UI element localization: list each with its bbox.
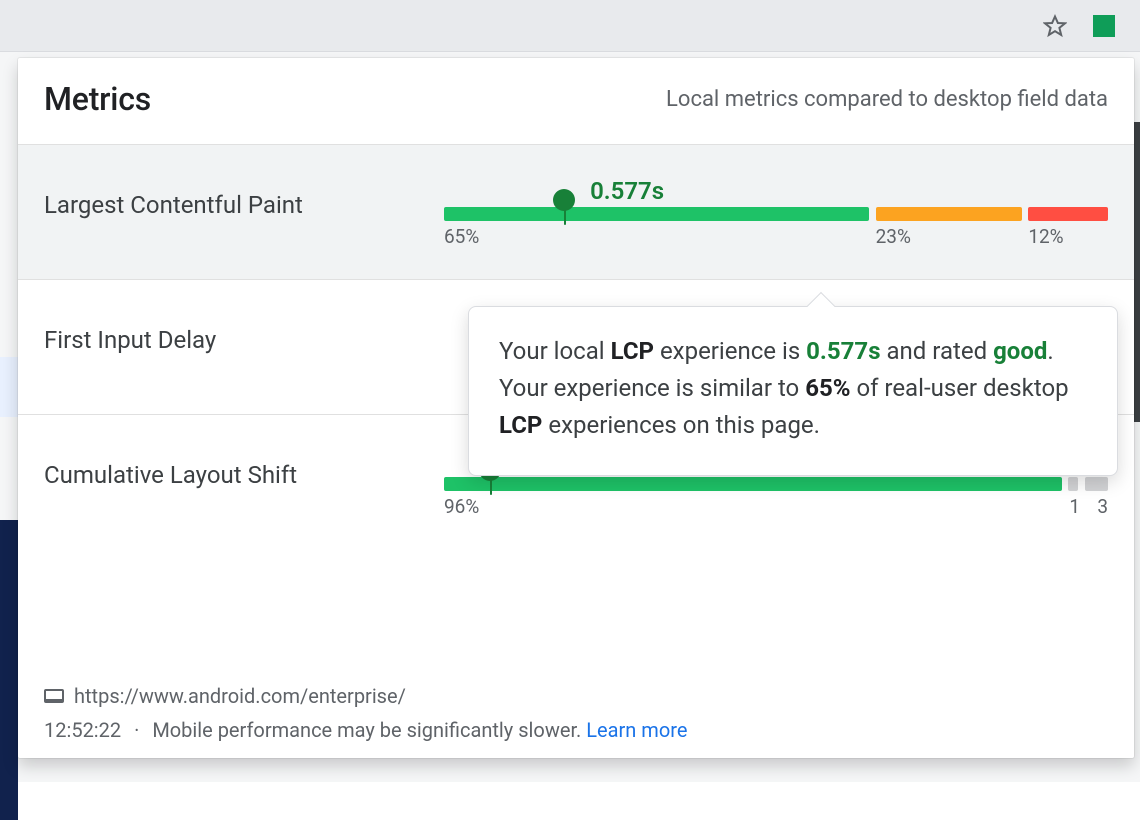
tooltip-percent: 65% xyxy=(805,374,850,402)
separator-dot-icon xyxy=(126,718,147,742)
marker-dot-icon xyxy=(553,189,575,211)
segment-poor xyxy=(1028,207,1108,221)
tooltip-text: and rated xyxy=(881,337,994,365)
metric-tooltip: Your local LCP experience is 0.577s and … xyxy=(468,306,1118,476)
metric-local-value: 0.577s xyxy=(590,177,664,205)
avatar-color-swatch xyxy=(1093,15,1115,37)
metric-name: First Input Delay xyxy=(44,310,444,354)
tooltip-text: experience is xyxy=(654,337,806,365)
tooltip-text: Your local xyxy=(499,337,611,365)
bg-stripe xyxy=(0,520,18,820)
tooltip-text: experiences on this page. xyxy=(542,411,820,439)
metric-distribution-lcp: 65% 23% 12% 0.577s xyxy=(444,175,1108,245)
metric-name: Largest Contentful Paint xyxy=(44,175,444,219)
bookmark-star-icon[interactable] xyxy=(1042,13,1068,39)
segment-needs-improvement xyxy=(1068,477,1078,491)
popup-subtitle: Local metrics compared to desktop field … xyxy=(666,87,1108,112)
segment-label: 1 xyxy=(1069,495,1080,518)
footer-warning: Mobile performance may be significantly … xyxy=(152,718,581,742)
segment-good xyxy=(444,207,869,221)
segment-label: 23% xyxy=(876,225,911,248)
popup-footer: https://www.android.com/enterprise/ 12:5… xyxy=(18,672,1134,758)
metric-name: Cumulative Layout Shift xyxy=(44,445,444,489)
segment-good xyxy=(444,477,1062,491)
popup-title: Metrics xyxy=(44,80,151,118)
profile-avatar[interactable] xyxy=(1086,8,1122,44)
learn-more-link[interactable]: Learn more xyxy=(586,718,687,742)
web-vitals-popup: Metrics Local metrics compared to deskto… xyxy=(18,58,1134,758)
bg-stripe xyxy=(1134,122,1140,422)
tooltip-text: of real-user desktop xyxy=(850,374,1068,402)
popup-header: Metrics Local metrics compared to deskto… xyxy=(18,58,1134,144)
segment-poor xyxy=(1085,477,1108,491)
bg-stripe xyxy=(0,357,18,417)
browser-toolbar xyxy=(0,0,1140,52)
tooltip-rating: good xyxy=(993,337,1047,365)
segment-label: 12% xyxy=(1028,225,1063,248)
metric-row-lcp[interactable]: Largest Contentful Paint 65% 23% 12% 0.5… xyxy=(18,144,1134,280)
segment-needs-improvement xyxy=(876,207,1022,221)
segment-label: 96% xyxy=(444,495,479,518)
segment-label: 65% xyxy=(444,225,479,248)
laptop-icon xyxy=(44,689,64,703)
tooltip-metric-abbr: LCP xyxy=(499,411,542,439)
segment-label: 3 xyxy=(1097,495,1108,518)
page-url: https://www.android.com/enterprise/ xyxy=(74,684,406,708)
timestamp: 12:52:22 xyxy=(44,718,121,742)
tooltip-metric-abbr: LCP xyxy=(611,337,654,365)
tooltip-value: 0.577s xyxy=(806,337,880,365)
